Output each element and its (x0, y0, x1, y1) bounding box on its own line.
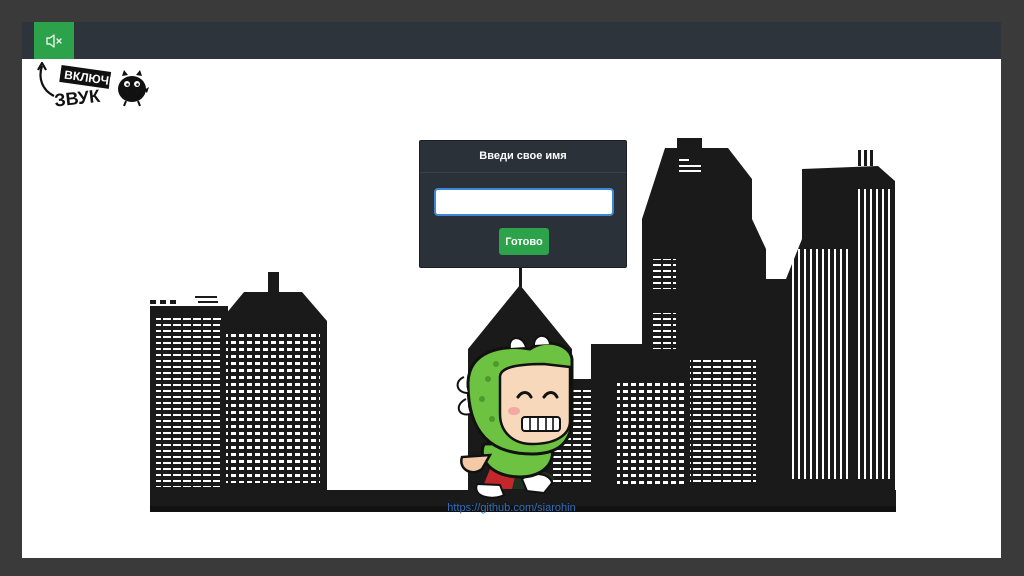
building-left-tower (220, 272, 327, 490)
dialog-divider (420, 172, 626, 173)
submit-button[interactable]: Готово (499, 228, 549, 255)
top-bar (22, 22, 1001, 59)
game-frame: ВКЛЮЧИ ЗВУК Введи свое имя Готово https:… (22, 22, 1001, 558)
city-skyline-scene (150, 138, 896, 512)
player-name-input[interactable] (434, 188, 614, 216)
building-right-tower (762, 150, 895, 509)
name-entry-dialog: Введи свое имя Готово (419, 140, 627, 268)
speaker-muted-icon (46, 33, 62, 48)
github-link[interactable]: https://github.com/siarohin (22, 502, 1001, 514)
sound-toggle-button[interactable] (34, 22, 74, 59)
building-left-low (150, 296, 228, 490)
dialog-title: Введи свое имя (479, 150, 567, 162)
